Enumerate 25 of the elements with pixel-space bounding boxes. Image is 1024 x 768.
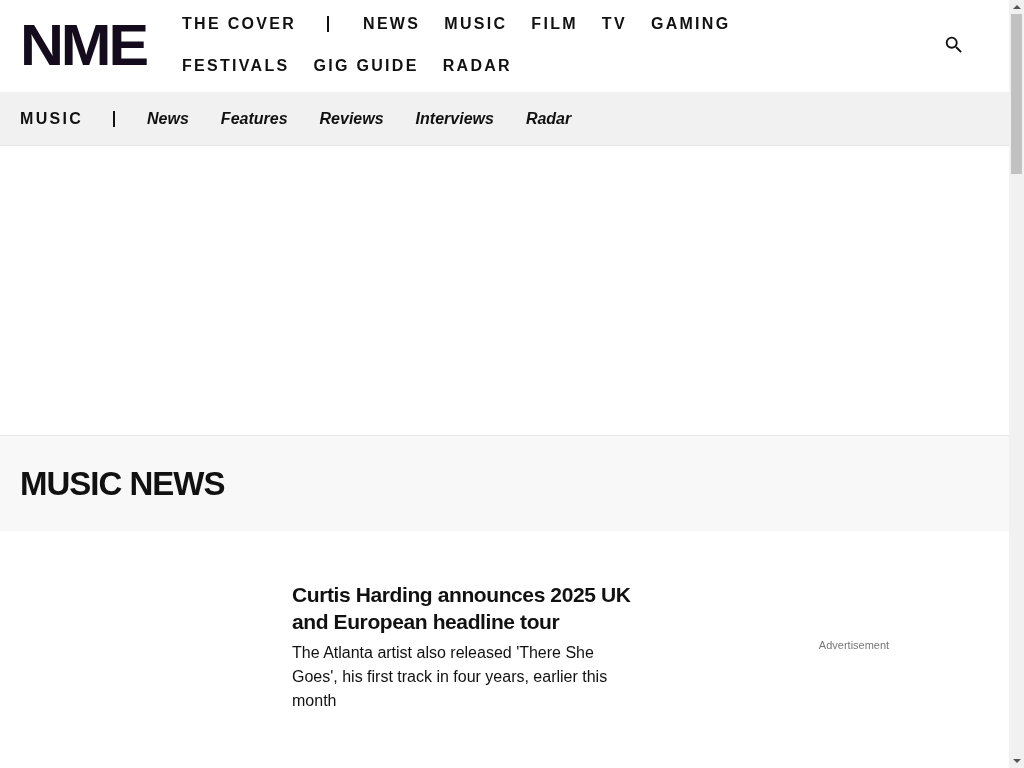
subnav-link[interactable]: Reviews	[319, 109, 384, 128]
scrollbar[interactable]	[1009, 0, 1024, 768]
ad-label: Advertisement	[818, 639, 890, 651]
nav-link[interactable]: GIG GUIDE	[313, 45, 419, 87]
nav-link[interactable]: FILM	[531, 3, 578, 45]
subnav-link[interactable]: Features	[220, 109, 288, 128]
subnav-link[interactable]: Interviews	[415, 109, 494, 128]
subnav-link[interactable]: Radar	[525, 109, 572, 128]
nav-link[interactable]: FESTIVALS	[182, 45, 290, 87]
nav-link[interactable]: NEWS	[363, 3, 421, 45]
scroll-down-icon[interactable]	[1012, 759, 1021, 763]
nav-link[interactable]: RADAR	[442, 45, 512, 87]
page-title: MUSIC NEWS	[20, 464, 225, 503]
article-summary: The Atlanta artist also released 'There She Goes', his first track in four years, earlier this month	[292, 643, 609, 711]
section-link[interactable]: MUSIC	[20, 109, 84, 128]
scrollbar-thumb[interactable]	[1011, 14, 1022, 174]
article-title[interactable]: Curtis Harding announces 2025 UK and European headline tour	[292, 581, 632, 635]
nav-link[interactable]: THE COVER	[182, 3, 297, 45]
nav-link[interactable]: TV	[601, 3, 627, 45]
nav-link[interactable]: MUSIC	[444, 3, 508, 45]
logo[interactable]: NME	[20, 20, 146, 70]
search-icon[interactable]	[943, 34, 965, 56]
nav-link[interactable]: GAMING	[650, 3, 731, 45]
scroll-up-icon[interactable]	[1012, 5, 1021, 9]
subnav-link[interactable]: News	[147, 109, 189, 128]
